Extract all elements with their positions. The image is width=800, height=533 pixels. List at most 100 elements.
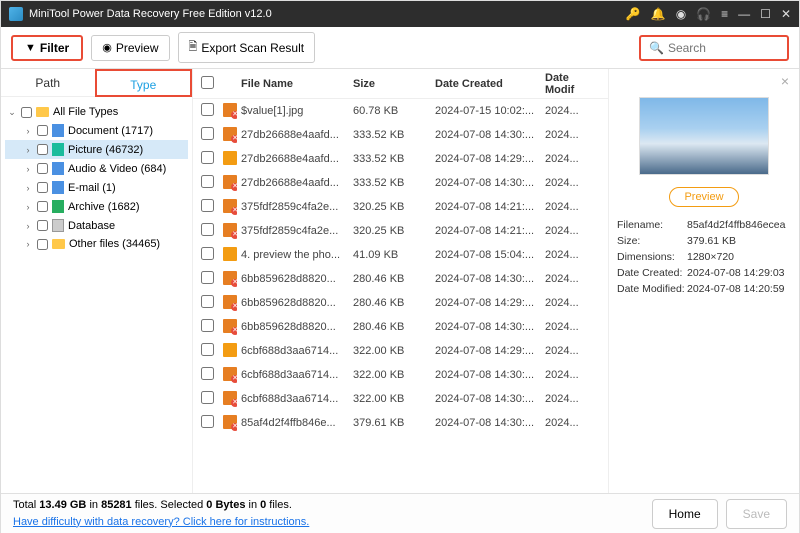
- row-checkbox[interactable]: [201, 199, 214, 212]
- close-preview-icon[interactable]: ×: [781, 73, 789, 89]
- filetype-icon: [52, 181, 64, 194]
- row-checkbox[interactable]: [201, 367, 214, 380]
- tree-checkbox[interactable]: [37, 220, 48, 231]
- export-label: Export Scan Result: [201, 41, 304, 55]
- row-checkbox[interactable]: [201, 391, 214, 404]
- header-modified[interactable]: Date Modif: [541, 72, 593, 96]
- row-checkbox[interactable]: [201, 343, 214, 356]
- row-checkbox[interactable]: [201, 103, 214, 116]
- bell-icon[interactable]: 🔔: [651, 7, 666, 21]
- tree-item[interactable]: ›Database: [5, 216, 188, 235]
- cell-created: 2024-07-08 14:30:...: [431, 321, 541, 333]
- help-link[interactable]: Have difficulty with data recovery? Clic…: [13, 516, 309, 528]
- cell-size: 320.25 KB: [349, 201, 431, 213]
- table-row[interactable]: 6cbf688d3aa6714...322.00 KB2024-07-08 14…: [193, 339, 608, 363]
- table-row[interactable]: 6bb859628d8820...280.46 KB2024-07-08 14:…: [193, 291, 608, 315]
- filter-label: Filter: [40, 41, 69, 55]
- table-row[interactable]: 85af4d2f4ffb846e...379.61 KB2024-07-08 1…: [193, 411, 608, 435]
- row-checkbox[interactable]: [201, 295, 214, 308]
- row-checkbox[interactable]: [201, 319, 214, 332]
- cell-modified: 2024...: [541, 177, 593, 189]
- search-input[interactable]: [668, 41, 779, 55]
- row-checkbox[interactable]: [201, 127, 214, 140]
- toolbar: ▼ Filter ◉ Preview 🗎 Export Scan Result …: [1, 27, 799, 69]
- tree-checkbox[interactable]: [37, 163, 48, 174]
- select-all-checkbox[interactable]: [201, 76, 214, 89]
- tree-item[interactable]: ›Picture (46732): [5, 140, 188, 159]
- row-checkbox[interactable]: [201, 247, 214, 260]
- table-row[interactable]: 375fdf2859c4fa2e...320.25 KB2024-07-08 1…: [193, 219, 608, 243]
- row-checkbox[interactable]: [201, 271, 214, 284]
- headset-icon[interactable]: 🎧: [696, 7, 711, 21]
- home-button[interactable]: Home: [652, 499, 718, 529]
- expand-icon[interactable]: ›: [23, 126, 33, 136]
- cell-modified: 2024...: [541, 393, 593, 405]
- save-button[interactable]: Save: [726, 499, 787, 529]
- table-row[interactable]: $value[1].jpg60.78 KB2024-07-15 10:02:..…: [193, 99, 608, 123]
- tree-checkbox[interactable]: [37, 201, 48, 212]
- cell-size: 333.52 KB: [349, 153, 431, 165]
- filter-button[interactable]: ▼ Filter: [11, 35, 83, 61]
- header-filename[interactable]: File Name: [237, 78, 349, 90]
- preview-button[interactable]: ◉ Preview: [91, 35, 169, 61]
- collapse-icon[interactable]: ⌄: [7, 107, 17, 118]
- meta-value: 2024-07-08 14:20:59: [687, 283, 791, 295]
- tree-checkbox[interactable]: [37, 125, 48, 136]
- tree-item[interactable]: ›Other files (34465): [5, 235, 188, 253]
- row-checkbox[interactable]: [201, 223, 214, 236]
- row-checkbox[interactable]: [201, 175, 214, 188]
- export-icon: 🗎: [189, 38, 198, 57]
- sidebar: Path Type ⌄ All File Types ›Document (17…: [1, 69, 193, 493]
- table-row[interactable]: 6bb859628d8820...280.46 KB2024-07-08 14:…: [193, 267, 608, 291]
- cell-filename: 6cbf688d3aa6714...: [237, 345, 349, 357]
- header-created[interactable]: Date Created: [431, 78, 541, 90]
- globe-icon[interactable]: ◉: [676, 7, 686, 21]
- table-row[interactable]: 6cbf688d3aa6714...322.00 KB2024-07-08 14…: [193, 387, 608, 411]
- tree-checkbox[interactable]: [37, 239, 48, 250]
- cell-filename: 27db26688e4aafd...: [237, 129, 349, 141]
- table-row[interactable]: 27db26688e4aafd...333.52 KB2024-07-08 14…: [193, 147, 608, 171]
- cell-modified: 2024...: [541, 417, 593, 429]
- table-row[interactable]: 27db26688e4aafd...333.52 KB2024-07-08 14…: [193, 171, 608, 195]
- meta-key: Size:: [617, 235, 687, 247]
- cell-modified: 2024...: [541, 369, 593, 381]
- menu-icon[interactable]: ≡: [721, 7, 728, 21]
- table-row[interactable]: 6bb859628d8820...280.46 KB2024-07-08 14:…: [193, 315, 608, 339]
- expand-icon[interactable]: ›: [23, 239, 33, 249]
- header-size[interactable]: Size: [349, 78, 431, 90]
- cell-size: 333.52 KB: [349, 177, 431, 189]
- table-row[interactable]: 6cbf688d3aa6714...322.00 KB2024-07-08 14…: [193, 363, 608, 387]
- cell-size: 322.00 KB: [349, 345, 431, 357]
- maximize-icon[interactable]: ☐: [760, 7, 771, 21]
- key-icon[interactable]: 🔑: [626, 7, 641, 21]
- expand-icon[interactable]: ›: [23, 221, 33, 231]
- expand-icon[interactable]: ›: [23, 164, 33, 174]
- table-row[interactable]: 4. preview the pho...41.09 KB2024-07-08 …: [193, 243, 608, 267]
- tree-checkbox[interactable]: [37, 144, 48, 155]
- close-icon[interactable]: ✕: [781, 7, 791, 21]
- row-checkbox[interactable]: [201, 415, 214, 428]
- cell-filename: 6bb859628d8820...: [237, 273, 349, 285]
- expand-icon[interactable]: ›: [23, 202, 33, 212]
- tree-checkbox[interactable]: [21, 107, 32, 118]
- tree-root[interactable]: ⌄ All File Types: [5, 103, 188, 121]
- cell-filename: 85af4d2f4ffb846e...: [237, 417, 349, 429]
- minimize-icon[interactable]: —: [738, 7, 750, 21]
- tree-item[interactable]: ›E-mail (1): [5, 178, 188, 197]
- tab-path[interactable]: Path: [1, 69, 95, 97]
- tree-item[interactable]: ›Audio & Video (684): [5, 159, 188, 178]
- expand-icon[interactable]: ›: [23, 183, 33, 193]
- tree-item[interactable]: ›Document (1717): [5, 121, 188, 140]
- open-preview-button[interactable]: Preview: [669, 187, 738, 207]
- expand-icon[interactable]: ›: [23, 145, 33, 155]
- search-box[interactable]: 🔍: [639, 35, 789, 61]
- table-row[interactable]: 375fdf2859c4fa2e...320.25 KB2024-07-08 1…: [193, 195, 608, 219]
- tree-checkbox[interactable]: [37, 182, 48, 193]
- cell-modified: 2024...: [541, 249, 593, 261]
- row-checkbox[interactable]: [201, 151, 214, 164]
- table-row[interactable]: 27db26688e4aafd...333.52 KB2024-07-08 14…: [193, 123, 608, 147]
- export-button[interactable]: 🗎 Export Scan Result: [178, 32, 316, 63]
- tree-item[interactable]: ›Archive (1682): [5, 197, 188, 216]
- tab-type[interactable]: Type: [95, 69, 193, 97]
- filter-icon: ▼: [25, 42, 36, 54]
